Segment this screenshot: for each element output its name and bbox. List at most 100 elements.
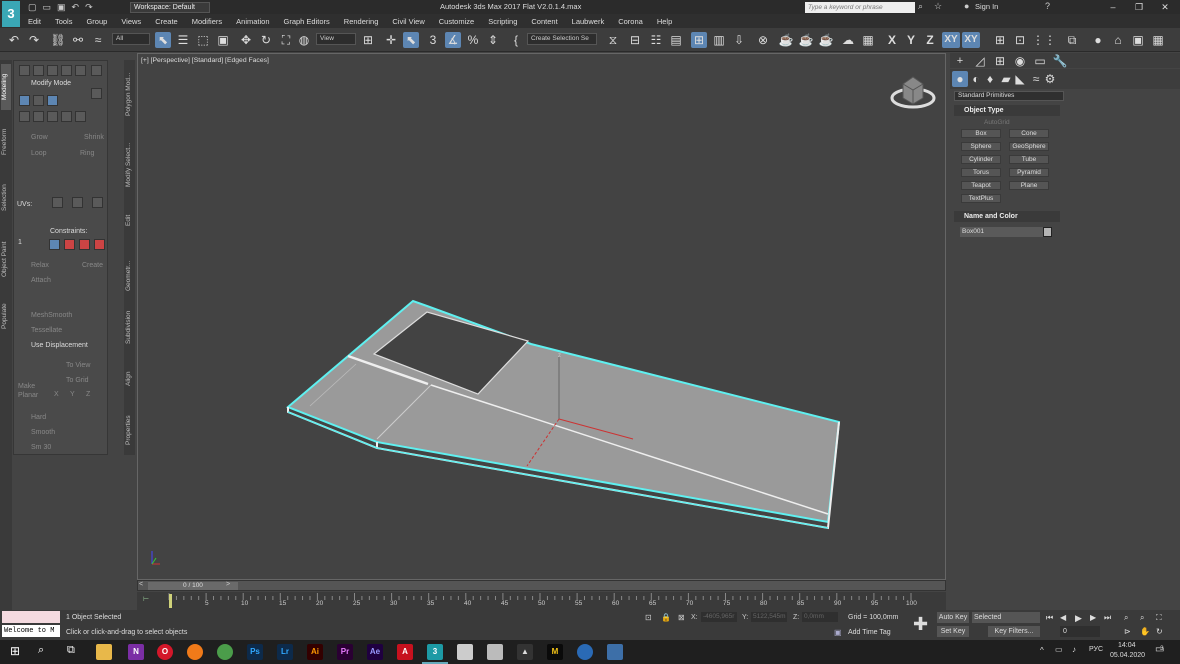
axis-x-button[interactable]: X xyxy=(884,32,900,48)
cone-button[interactable]: Cone xyxy=(1009,129,1049,138)
after-effects-icon[interactable]: Ae xyxy=(367,644,383,660)
zoom-all-icon[interactable]: ⌕ xyxy=(1140,613,1144,623)
toggle-icon[interactable] xyxy=(91,65,102,76)
time-slider[interactable]: 0 / 100 xyxy=(148,582,238,590)
user-icon[interactable]: ● xyxy=(964,1,969,11)
mirror-icon[interactable]: ⧖ xyxy=(605,32,621,48)
onenote-icon[interactable]: N xyxy=(128,644,144,660)
edit-named-selection-icon[interactable]: { xyxy=(508,32,524,48)
unlink-icon[interactable]: ⚯ xyxy=(70,32,86,48)
to-view-button[interactable]: To View xyxy=(66,362,90,369)
pan-icon[interactable]: ✋ xyxy=(1140,627,1150,636)
relax-button[interactable]: Relax xyxy=(31,262,49,269)
constraint-edge-icon[interactable] xyxy=(64,239,75,250)
constraint-normal-icon[interactable] xyxy=(94,239,105,250)
tab-modeling[interactable]: Modeling xyxy=(1,64,11,110)
new-file-icon[interactable]: ▢ xyxy=(28,2,37,13)
goto-end-icon[interactable]: ⏭ xyxy=(1104,613,1111,623)
windows-start-icon[interactable]: ⊞ xyxy=(10,644,20,658)
tab-freeform[interactable]: Freeform xyxy=(1,120,11,164)
a360-icon[interactable]: ▦ xyxy=(860,32,876,48)
sign-in-link[interactable]: Sign In xyxy=(975,2,998,11)
snaps-icon[interactable]: ⊞ xyxy=(992,32,1008,48)
cylinder-button[interactable]: Cylinder xyxy=(961,155,1001,164)
menu-content[interactable]: Content xyxy=(531,17,557,26)
axis-y-button[interactable]: Y xyxy=(903,32,919,48)
auto-key-button[interactable]: Auto Key xyxy=(937,612,969,623)
next-key-icon[interactable]: ▶ xyxy=(1090,613,1096,622)
object-color-swatch[interactable] xyxy=(1043,227,1052,237)
tab-geometry[interactable]: Geometr... xyxy=(125,255,135,297)
geometry-icon[interactable]: ● xyxy=(952,71,968,87)
uv-b-icon[interactable] xyxy=(72,197,83,208)
planar-x-button[interactable]: X xyxy=(54,391,59,398)
teapot-button[interactable]: Teapot xyxy=(961,181,1001,190)
menu-corona[interactable]: Corona xyxy=(618,17,643,26)
name-and-color-rollout[interactable]: Name and Color xyxy=(954,211,1060,222)
modify-mode-a-icon[interactable] xyxy=(19,95,30,106)
orbit-icon[interactable]: ↻ xyxy=(1156,627,1163,636)
smooth-button[interactable]: Smooth xyxy=(31,429,55,436)
link-icon[interactable]: ⛓ xyxy=(50,32,66,48)
menu-civil-view[interactable]: Civil View xyxy=(392,17,424,26)
render-icon[interactable]: ☕ xyxy=(818,32,834,48)
opera-icon[interactable]: O xyxy=(157,644,173,660)
place-icon[interactable]: ◍ xyxy=(296,32,312,48)
sphere-icon[interactable]: ● xyxy=(1090,32,1106,48)
time-cursor[interactable] xyxy=(169,594,172,608)
keyboard-shortcut-icon[interactable]: ⬉ xyxy=(403,32,419,48)
tab-object-paint[interactable]: Object Paint xyxy=(1,232,11,286)
make-planar-button[interactable]: Make Planar xyxy=(18,382,46,400)
render-setup-icon[interactable]: ☕ xyxy=(778,32,794,48)
align-icon[interactable]: ⊟ xyxy=(627,32,643,48)
menu-customize[interactable]: Customize xyxy=(439,17,474,26)
workspace-dropdown[interactable]: Workspace: Default xyxy=(130,2,210,13)
settings-app-icon[interactable] xyxy=(577,644,593,660)
track-bar[interactable]: ⊢ 5 10 15 20 25 30 35 40 45 50 55 60 65 … xyxy=(137,592,946,610)
open-file-icon[interactable]: ▭ xyxy=(43,2,52,13)
array-icon[interactable]: ⋮⋮ xyxy=(1032,32,1056,48)
corona-icon[interactable]: ⧉ xyxy=(1064,32,1080,48)
primitive-category-dropdown[interactable]: Standard Primitives xyxy=(954,91,1064,101)
tab-align[interactable]: Align xyxy=(125,368,135,390)
tray-arrow-icon[interactable]: ^ xyxy=(1040,646,1044,655)
utilities-tab-icon[interactable]: 🔧 xyxy=(1052,53,1068,69)
shirt-icon[interactable]: ⌂ xyxy=(1110,32,1126,48)
app-logo[interactable]: 3 xyxy=(2,1,20,27)
notepad-icon[interactable] xyxy=(457,644,473,660)
maxscript-mini-listener-pink[interactable] xyxy=(2,611,60,623)
undo-icon[interactable]: ↶ xyxy=(72,2,80,13)
polygon-icon[interactable] xyxy=(61,65,72,76)
constraint-face-icon[interactable] xyxy=(79,239,90,250)
motion-tab-icon[interactable]: ◉ xyxy=(1012,53,1028,69)
schematic-view-icon[interactable]: ⇩ xyxy=(731,32,747,48)
helpers-icon[interactable]: ◣ xyxy=(1012,71,1028,87)
textplus-button[interactable]: TextPlus xyxy=(961,194,1001,203)
add-time-tag-button[interactable]: Add Time Tag xyxy=(848,629,891,636)
render-frame-icon[interactable]: ▣ xyxy=(1130,32,1146,48)
photoshop-icon[interactable]: Ps xyxy=(247,644,263,660)
menu-graph-editors[interactable]: Graph Editors xyxy=(284,17,330,26)
manipulate-icon[interactable]: ✛ xyxy=(383,32,399,48)
favorites-icon[interactable]: ☆ xyxy=(934,1,942,12)
volume-icon[interactable]: ♪ xyxy=(1072,645,1076,654)
y-coordinate-field[interactable]: 5122,545m xyxy=(751,612,787,622)
sm30-button[interactable]: Sm 30 xyxy=(31,444,51,451)
gear-icon[interactable] xyxy=(75,111,86,122)
ring-button[interactable]: Ring xyxy=(80,150,94,157)
network-icon[interactable]: ▭ xyxy=(1055,645,1063,654)
set-key-mode-icon[interactable]: ✚ xyxy=(913,614,928,635)
tube-button[interactable]: Tube xyxy=(1009,155,1049,164)
by-angle-icon[interactable] xyxy=(47,111,58,122)
lock-selection-icon[interactable]: 🔒 xyxy=(661,613,671,622)
clock-time[interactable]: 14:04 xyxy=(1118,642,1136,649)
redo-icon[interactable]: ↷ xyxy=(85,2,93,13)
region-select-icon[interactable]: ⬚ xyxy=(195,32,211,48)
zoom-icon[interactable]: ⌕ xyxy=(1124,613,1128,623)
menu-create[interactable]: Create xyxy=(155,17,178,26)
minimize-button[interactable]: – xyxy=(1100,0,1126,14)
lights-icon[interactable]: ♦ xyxy=(982,71,998,87)
angle-snap-icon[interactable]: ∡ xyxy=(445,32,461,48)
modify-mode-c-icon[interactable] xyxy=(47,95,58,106)
illustrator-icon[interactable]: Ai xyxy=(307,644,323,660)
